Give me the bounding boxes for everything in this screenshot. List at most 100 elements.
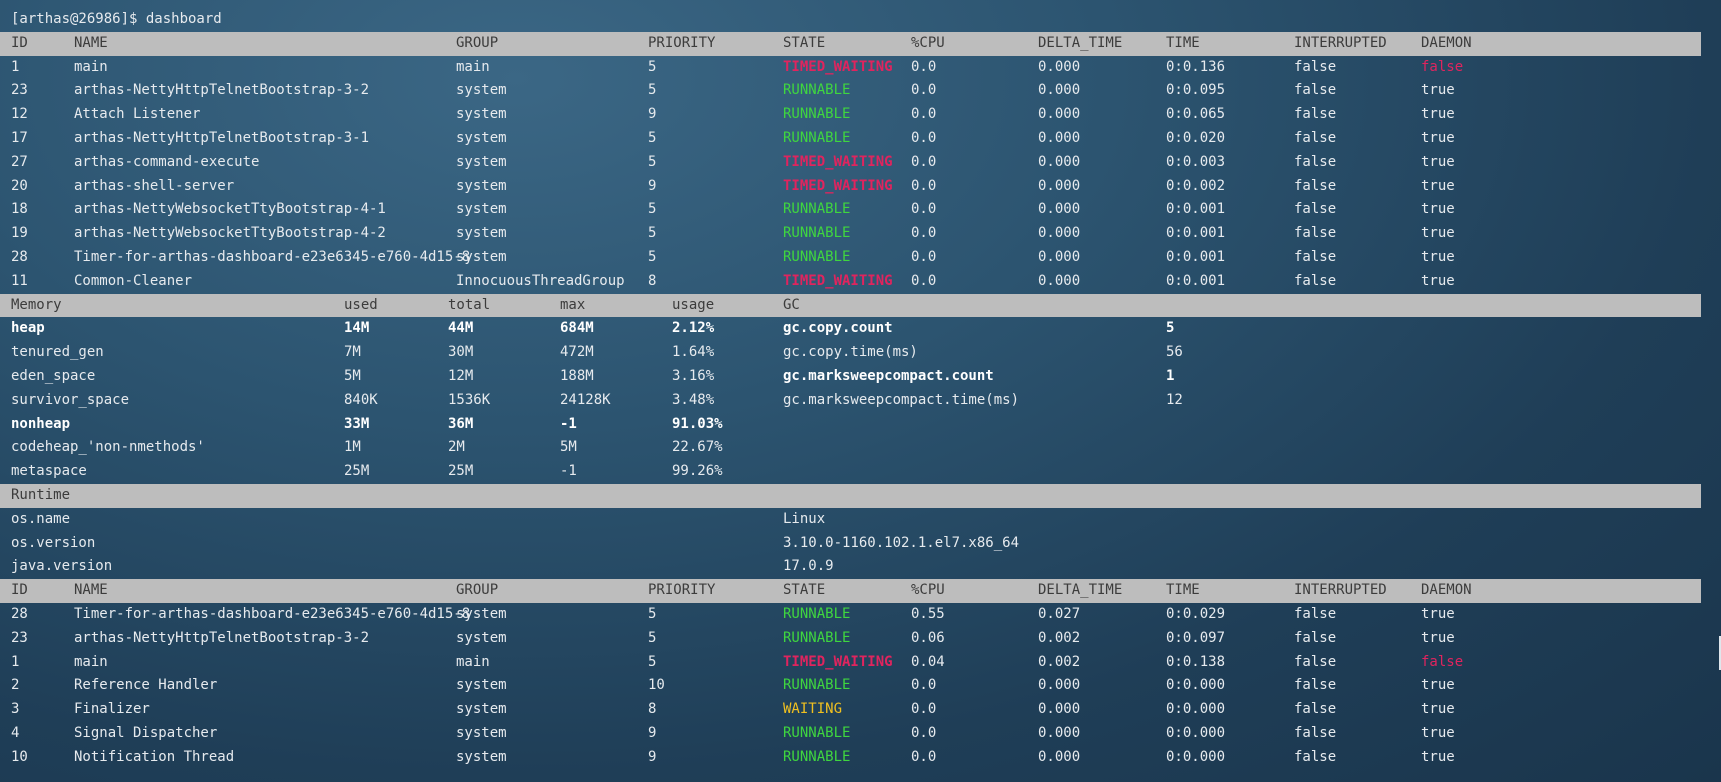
thread-name: arthas-NettyHttpTelnetBootstrap-3-1	[74, 129, 370, 146]
thread-priority: 5	[648, 129, 657, 146]
thread-delta-time: 0.000	[1038, 177, 1081, 194]
command-prompt: [arthas@26986]$ dashboard	[11, 11, 222, 27]
thread-state: TIMED_WAITING	[783, 272, 893, 289]
thread-row[interactable]: 23 arthas-NettyHttpTelnetBootstrap-3-2 sys…	[11, 79, 1701, 103]
thread-delta-time: 0.000	[1038, 225, 1081, 242]
thread-row[interactable]: 1 main main 5 TIMED_WAITING 0.0 0.000 0:0.136 fa…	[11, 56, 1701, 80]
memory-usage: 22.67%	[672, 439, 723, 456]
thread-time: 0:0.000	[1166, 701, 1226, 718]
memory-total: 36M	[448, 415, 474, 432]
runtime-key: java.version	[11, 558, 113, 575]
thread-table-header: ID NAME GROUP PRIORITY STATE %CPU DELTA_TIME TI…	[0, 31, 1701, 56]
thread-state: RUNNABLE	[783, 677, 851, 694]
thread-daemon: true	[1421, 225, 1455, 242]
runtime-title: Runtime	[11, 486, 71, 503]
thread-priority: 5	[648, 153, 657, 170]
thread-priority: 5	[648, 248, 657, 265]
thread-group: main	[456, 653, 490, 670]
memory-total: 25M	[448, 463, 474, 480]
thread-time: 0:0.001	[1166, 272, 1226, 289]
thread-row[interactable]: 28 Timer-for-arthas-dashboard-e23e6345-e7…	[11, 603, 1701, 627]
thread-time: 0:0.136	[1166, 58, 1226, 75]
terminal-window[interactable]: { "prompt": "[arthas@26986]$ dashboard",…	[0, 0, 1721, 782]
thread-id: 10	[11, 748, 28, 765]
runtime-row: os.version 3.10.0-1160.102.1.el7.x86_64	[11, 532, 1701, 556]
thread-id: 1	[11, 58, 20, 75]
thread-daemon: true	[1421, 724, 1455, 741]
thread-daemon: true	[1421, 201, 1455, 218]
thread-interrupted: false	[1294, 677, 1337, 694]
thread-row[interactable]: 10 Notification Thread system 9 RUNNABLE 0.0 0…	[11, 746, 1701, 770]
thread-cpu: 0.0	[911, 82, 937, 99]
thread-state: RUNNABLE	[783, 748, 851, 765]
memory-usage: 3.16%	[672, 367, 715, 384]
thread-name: Finalizer	[74, 701, 150, 718]
thread-daemon: true	[1421, 177, 1455, 194]
thread-state: WAITING	[783, 701, 843, 718]
thread-delta-time: 0.000	[1038, 201, 1081, 218]
thread-interrupted: false	[1294, 272, 1337, 289]
memory-used: 14M	[344, 320, 370, 337]
memory-max: 188M	[560, 367, 594, 384]
memory-used: 1M	[344, 439, 361, 456]
thread-cpu: 0.0	[911, 129, 937, 146]
thread-cpu: 0.0	[911, 153, 937, 170]
thread-interrupted: false	[1294, 701, 1337, 718]
thread-delta-time: 0.000	[1038, 272, 1081, 289]
thread-daemon: true	[1421, 605, 1455, 622]
thread-interrupted: false	[1294, 153, 1337, 170]
runtime-header: Runtime	[0, 483, 1701, 508]
thread-priority: 5	[648, 605, 657, 622]
thread-time: 0:0.029	[1166, 605, 1226, 622]
thread-cpu: 0.06	[911, 629, 945, 646]
column-header: DELTA_TIME	[1038, 582, 1123, 599]
thread-delta-time: 0.000	[1038, 153, 1081, 170]
thread-row[interactable]: 1 main main 5 TIMED_WAITING 0.04 0.002 0:0.138 f…	[11, 651, 1701, 675]
thread-row[interactable]: 2 Reference Handler system 10 RUNNABLE 0.0 0.0…	[11, 674, 1701, 698]
thread-daemon: true	[1421, 272, 1455, 289]
gc-value: 12	[1166, 391, 1183, 408]
thread-priority: 10	[648, 677, 665, 694]
thread-priority: 5	[648, 653, 657, 670]
thread-id: 28	[11, 248, 28, 265]
memory-area: eden_space	[11, 367, 96, 384]
memory-max: -1	[560, 415, 577, 432]
thread-row[interactable]: 18 arthas-NettyWebsocketTtyBootstrap-4-1 s…	[11, 198, 1701, 222]
thread-interrupted: false	[1294, 225, 1337, 242]
memory-area: nonheap	[11, 415, 71, 432]
thread-row[interactable]: 11 Common-Cleaner InnocuousThreadGroup 8 TIM…	[11, 270, 1701, 294]
thread-id: 20	[11, 177, 28, 194]
thread-group: system	[456, 129, 507, 146]
column-header: GROUP	[456, 582, 499, 599]
gc-value: 1	[1166, 367, 1175, 384]
thread-row[interactable]: 3 Finalizer system 8 WAITING 0.0 0.000 0:0.000 f…	[11, 698, 1701, 722]
thread-group: system	[456, 82, 507, 99]
thread-row[interactable]: 20 arthas-shell-server system 9 TIMED_WAITIN…	[11, 175, 1701, 199]
thread-row[interactable]: 12 Attach Listener system 9 RUNNABLE 0.0 0.000…	[11, 103, 1701, 127]
memory-row: tenured_gen 7M 30M 472M 1.64% gc.copy.time(ms…	[11, 341, 1701, 365]
thread-table-header: ID NAME GROUP PRIORITY STATE %CPU DELTA_TIME TI…	[0, 579, 1701, 603]
thread-state: TIMED_WAITING	[783, 58, 893, 75]
thread-name: arthas-NettyWebsocketTtyBootstrap-4-1	[74, 201, 386, 218]
column-header: NAME	[74, 34, 108, 51]
thread-daemon: true	[1421, 248, 1455, 265]
thread-time: 0:0.003	[1166, 153, 1226, 170]
thread-name: Attach Listener	[74, 106, 201, 123]
thread-delta-time: 0.002	[1038, 629, 1081, 646]
thread-row[interactable]: 28 Timer-for-arthas-dashboard-e23e6345-e7…	[11, 246, 1701, 270]
thread-time: 0:0.020	[1166, 129, 1226, 146]
memory-area: survivor_space	[11, 391, 130, 408]
thread-row[interactable]: 23 arthas-NettyHttpTelnetBootstrap-3-2 sys…	[11, 627, 1701, 651]
thread-row[interactable]: 27 arthas-command-execute system 5 TIMED_WAI…	[11, 151, 1701, 175]
thread-cpu: 0.55	[911, 605, 945, 622]
memory-max: 24128K	[560, 391, 611, 408]
thread-id: 11	[11, 272, 28, 289]
column-header: TIME	[1166, 34, 1200, 51]
thread-delta-time: 0.000	[1038, 106, 1081, 123]
memory-total: 12M	[448, 367, 474, 384]
thread-row[interactable]: 19 arthas-NettyWebsocketTtyBootstrap-4-2 s…	[11, 222, 1701, 246]
thread-name: arthas-NettyHttpTelnetBootstrap-3-2	[74, 629, 370, 646]
thread-cpu: 0.0	[911, 201, 937, 218]
thread-row[interactable]: 4 Signal Dispatcher system 9 RUNNABLE 0.0 0.00…	[11, 722, 1701, 746]
thread-row[interactable]: 17 arthas-NettyHttpTelnetBootstrap-3-1 sys…	[11, 127, 1701, 151]
